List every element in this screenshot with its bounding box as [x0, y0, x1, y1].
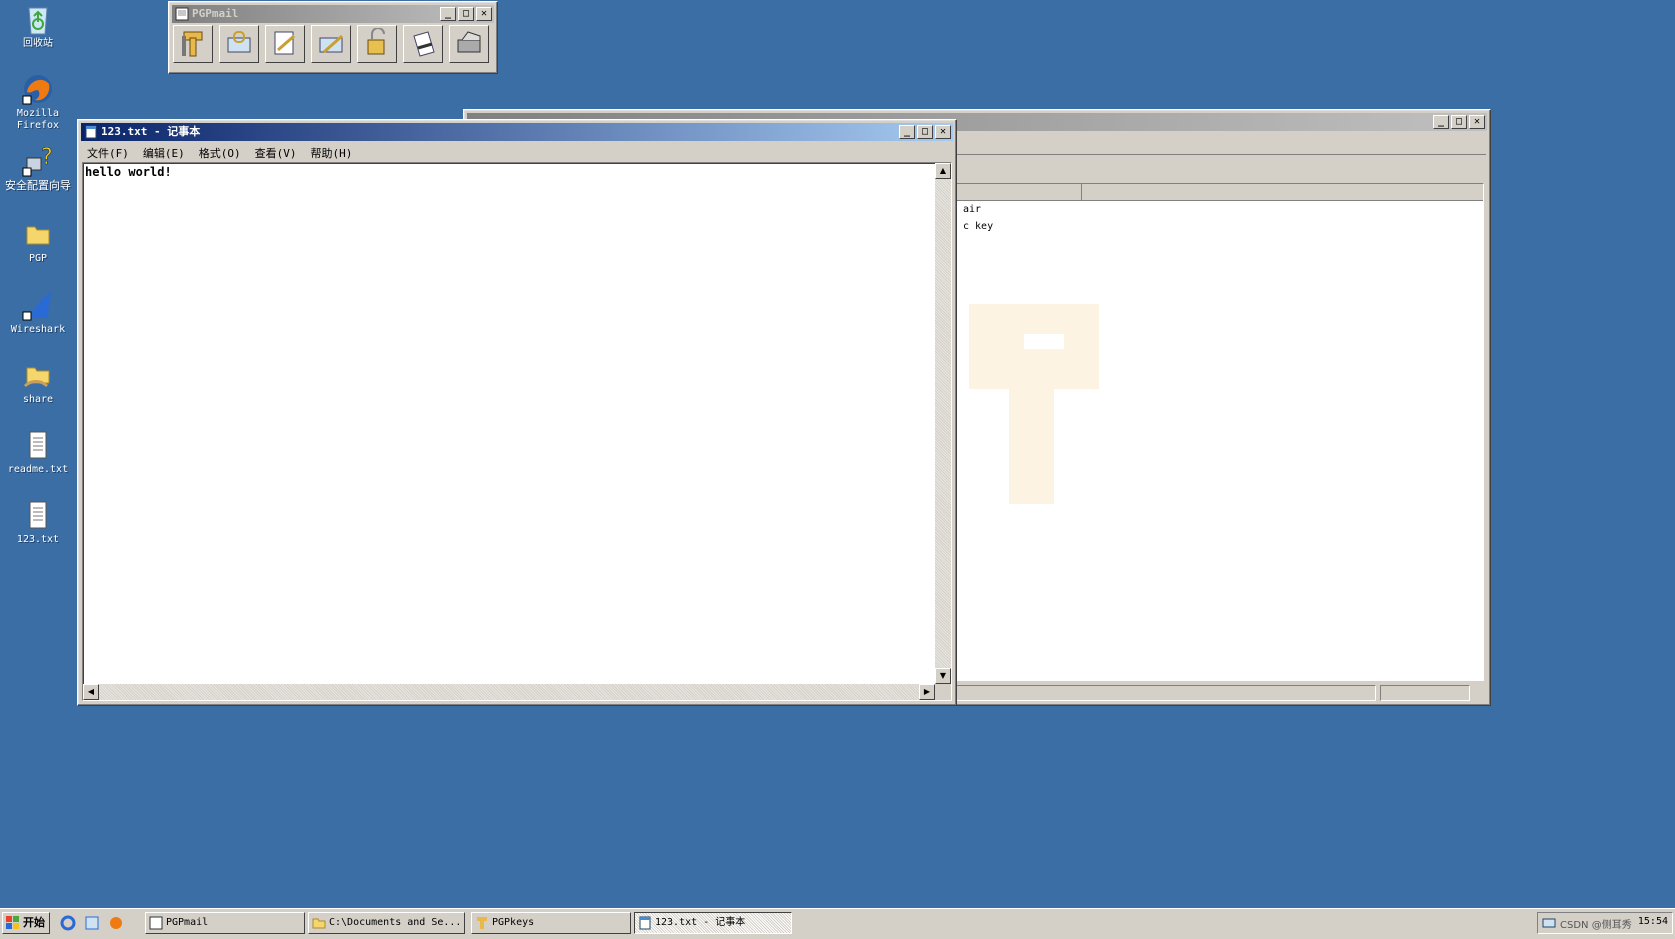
task-label: PGPkeys	[492, 917, 535, 928]
desktop-icon-label: PGP	[28, 253, 48, 264]
wipe-icon	[408, 28, 438, 61]
tray-network-icon[interactable]	[1542, 916, 1556, 933]
list-item[interactable]: c key	[963, 221, 993, 232]
close-button[interactable]: ✕	[935, 125, 951, 139]
notepad-window: 123.txt - 记事本 _ □ ✕ 文件(F) 编辑(E) 格式(O) 查看…	[77, 119, 957, 706]
encrypt-icon	[224, 28, 254, 61]
desktop-icon-label: 123.txt	[16, 534, 60, 545]
menu-help[interactable]: 帮助(H)	[306, 143, 358, 161]
menu-bar: 文件(F) 编辑(E) 格式(O) 查看(V) 帮助(H)	[82, 143, 952, 161]
desktop-icon-label: readme.txt	[7, 464, 69, 475]
vertical-scrollbar[interactable]: ▲ ▼	[935, 163, 951, 684]
watermark-text: CSDN @侧耳秀	[1560, 920, 1632, 931]
pgp-key-watermark	[969, 304, 1099, 517]
menu-view[interactable]: 查看(V)	[250, 143, 302, 161]
svg-text:?: ?	[41, 145, 53, 170]
pgpmail-window: PGPmail _ □ ✕	[168, 1, 498, 74]
scroll-down-button[interactable]: ▼	[935, 668, 951, 684]
firefox-icon[interactable]	[108, 915, 124, 934]
scroll-up-button[interactable]: ▲	[935, 163, 951, 179]
decrypt-verify-icon	[362, 26, 392, 61]
desktop-icon-label: Wireshark	[10, 324, 66, 335]
maximize-button[interactable]: □	[1451, 115, 1467, 129]
freespace-wipe-icon	[454, 28, 484, 61]
desktop-icon-firefox[interactable]: Mozilla Firefox	[0, 72, 76, 132]
minimize-button[interactable]: _	[440, 7, 456, 21]
desktop-icon-wireshark[interactable]: Wireshark	[0, 288, 76, 336]
task-label: PGPmail	[166, 917, 209, 928]
encrypt-sign-icon	[316, 28, 346, 61]
desktop-icon-label: Mozilla Firefox	[16, 108, 60, 131]
start-button[interactable]: 开始	[2, 912, 50, 934]
outlook-icon[interactable]	[84, 915, 100, 934]
scroll-left-button[interactable]: ◀	[83, 684, 99, 700]
task-label: 123.txt - 记事本	[655, 917, 746, 928]
clock[interactable]: 15:54	[1638, 916, 1668, 927]
firefox-icon	[21, 72, 55, 106]
menu-file[interactable]: 文件(F)	[82, 143, 134, 161]
desktop-icon-share[interactable]: share	[0, 358, 76, 406]
minimize-button[interactable]: _	[899, 125, 915, 139]
wireshark-icon	[21, 288, 55, 322]
maximize-button[interactable]: □	[458, 7, 474, 21]
encrypt-sign-tool-button[interactable]	[311, 25, 351, 63]
close-button[interactable]: ✕	[476, 7, 492, 21]
taskbar: 开始 PGPmail C:\Documents and Se... PGPkey…	[0, 908, 1675, 939]
pgpmail-app-icon	[175, 7, 189, 21]
close-button[interactable]: ✕	[1469, 115, 1485, 129]
taskbar-button-pgpmail[interactable]: PGPmail	[145, 912, 305, 934]
sign-tool-button[interactable]	[265, 25, 305, 63]
folder-icon	[312, 916, 326, 930]
window-title: PGPmail	[192, 7, 239, 20]
editor-content: hello world!	[85, 165, 172, 179]
size-grip[interactable]	[935, 684, 951, 700]
wipe-tool-button[interactable]	[403, 25, 443, 63]
horizontal-scrollbar[interactable]: ◀ ▶	[83, 684, 935, 700]
pgpkeys-icon	[178, 28, 208, 61]
ie-icon[interactable]	[60, 915, 76, 934]
taskbar-button-notepad[interactable]: 123.txt - 记事本	[634, 912, 792, 934]
notepad-app-icon	[84, 125, 98, 139]
desktop-icon-label: 安全配置向导	[5, 179, 71, 192]
desktop-icon-label: 回收站	[23, 38, 53, 49]
start-label: 开始	[23, 916, 45, 929]
desktop-icon-pgp-folder[interactable]: PGP	[0, 217, 76, 265]
menu-edit[interactable]: 编辑(E)	[138, 143, 190, 161]
text-file-icon	[21, 428, 55, 462]
list-item[interactable]: air	[963, 204, 981, 215]
maximize-button[interactable]: □	[917, 125, 933, 139]
encrypt-tool-button[interactable]	[219, 25, 259, 63]
menu-format[interactable]: 格式(O)	[194, 143, 246, 161]
notepad-app-icon	[638, 916, 652, 930]
recycle-bin-icon	[21, 2, 55, 36]
task-label: C:\Documents and Se...	[329, 917, 462, 928]
system-tray: CSDN @侧耳秀 15:54	[1537, 912, 1673, 934]
window-title: 123.txt - 记事本	[101, 125, 201, 138]
taskbar-button-explorer[interactable]: C:\Documents and Se...	[308, 912, 465, 934]
desktop-icon-readme[interactable]: readme.txt	[0, 428, 76, 476]
pgpkeys-icon	[475, 916, 489, 930]
windows-logo-icon	[6, 916, 20, 930]
pgpmail-toolbar	[173, 25, 489, 63]
folder-icon	[21, 217, 55, 251]
sign-icon	[270, 28, 300, 61]
desktop-icon-security-wizard[interactable]: ? 安全配置向导	[0, 144, 76, 192]
decrypt-verify-tool-button[interactable]	[357, 25, 397, 63]
desktop-icon-recycle-bin[interactable]: 回收站	[0, 2, 76, 50]
pgpmail-app-icon	[149, 916, 163, 930]
text-file-icon	[21, 498, 55, 532]
freespace-wipe-tool-button[interactable]	[449, 25, 489, 63]
notepad-titlebar[interactable]: 123.txt - 记事本 _ □ ✕	[81, 123, 953, 141]
pgpmail-titlebar[interactable]: PGPmail _ □ ✕	[172, 5, 494, 23]
minimize-button[interactable]: _	[1433, 115, 1449, 129]
scroll-right-button[interactable]: ▶	[919, 684, 935, 700]
text-editor-area[interactable]: hello world! ▲ ▼ ◀ ▶	[82, 162, 952, 701]
pgpkeys-tool-button[interactable]	[173, 25, 213, 63]
desktop-icon-label: share	[22, 394, 54, 405]
shared-folder-icon	[21, 358, 55, 392]
desktop-icon-123txt[interactable]: 123.txt	[0, 498, 76, 546]
quick-launch	[60, 915, 124, 934]
security-wizard-icon: ?	[21, 144, 55, 178]
taskbar-button-pgpkeys[interactable]: PGPkeys	[471, 912, 631, 934]
